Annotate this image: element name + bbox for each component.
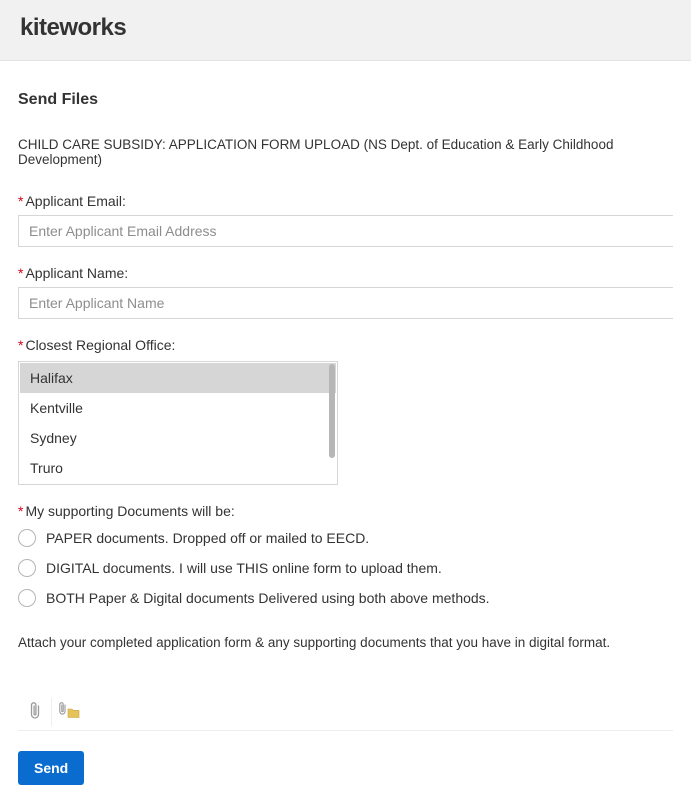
listbox-scrollbar[interactable]: [329, 364, 335, 482]
radio-group-documents: PAPER documents. Dropped off or mailed t…: [18, 529, 673, 607]
logo: kiteworks: [20, 14, 671, 42]
field-applicant-name: *Applicant Name:: [18, 265, 673, 319]
input-applicant-email[interactable]: [18, 215, 673, 247]
label-applicant-name: *Applicant Name:: [18, 265, 673, 281]
required-marker: *: [18, 337, 23, 353]
office-option-sydney[interactable]: Sydney: [20, 423, 336, 453]
label-applicant-email: *Applicant Email:: [18, 193, 673, 209]
listbox-regional-office[interactable]: Halifax Kentville Sydney Truro: [18, 361, 338, 485]
label-regional-office: *Closest Regional Office:: [18, 337, 673, 353]
radio-option-both[interactable]: BOTH Paper & Digital documents Delivered…: [18, 589, 673, 607]
send-button[interactable]: Send: [18, 751, 84, 785]
office-option-kentville[interactable]: Kentville: [20, 393, 336, 423]
required-marker: *: [18, 503, 23, 519]
attach-folder-button[interactable]: [52, 698, 86, 726]
office-option-halifax[interactable]: Halifax: [20, 363, 336, 393]
paperclip-folder-icon: [58, 702, 80, 723]
radio-option-paper[interactable]: PAPER documents. Dropped off or mailed t…: [18, 529, 673, 547]
required-marker: *: [18, 265, 23, 281]
page-subtitle: CHILD CARE SUBSIDY: APPLICATION FORM UPL…: [18, 137, 673, 167]
required-marker: *: [18, 193, 23, 209]
paperclip-icon: [27, 702, 43, 723]
radio-label: DIGITAL documents. I will use THIS onlin…: [46, 560, 442, 576]
radio-icon: [18, 529, 36, 547]
input-applicant-name[interactable]: [18, 287, 673, 319]
radio-icon: [18, 559, 36, 577]
attach-instruction: Attach your completed application form &…: [18, 635, 673, 650]
form-content: Send Files CHILD CARE SUBSIDY: APPLICATI…: [0, 61, 691, 803]
label-documents-type: *My supporting Documents will be:: [18, 503, 673, 519]
radio-icon: [18, 589, 36, 607]
radio-label: BOTH Paper & Digital documents Delivered…: [46, 590, 490, 606]
page-title: Send Files: [18, 91, 673, 109]
field-regional-office: *Closest Regional Office: Halifax Kentvi…: [18, 337, 673, 485]
attachment-toolbar: [18, 698, 673, 731]
radio-option-digital[interactable]: DIGITAL documents. I will use THIS onlin…: [18, 559, 673, 577]
office-option-truro[interactable]: Truro: [20, 453, 336, 483]
radio-label: PAPER documents. Dropped off or mailed t…: [46, 530, 369, 546]
field-documents-type: *My supporting Documents will be: PAPER …: [18, 503, 673, 607]
listbox-scrollbar-thumb[interactable]: [329, 364, 335, 458]
app-header: kiteworks: [0, 0, 691, 61]
attach-file-button[interactable]: [18, 698, 52, 726]
field-applicant-email: *Applicant Email:: [18, 193, 673, 247]
